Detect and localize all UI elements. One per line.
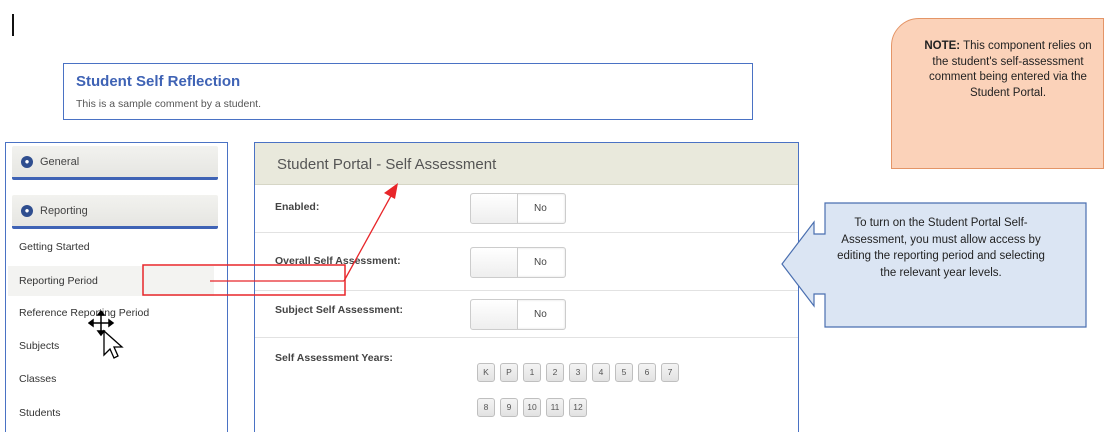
year-button[interactable]: 7: [661, 363, 679, 382]
year-button[interactable]: 3: [569, 363, 587, 382]
setting-row-years: Self Assessment Years: K P 1 2 3 4 5 6 7…: [255, 338, 798, 432]
panel-title: Student Portal - Self Assessment: [277, 156, 497, 173]
year-button[interactable]: 9: [500, 398, 518, 417]
toggle-knob: [471, 194, 518, 223]
self-assessment-panel: Student Portal - Self Assessment Enabled…: [254, 142, 799, 432]
year-button[interactable]: 1: [523, 363, 541, 382]
setting-row-overall: Overall Self Assessment: No: [255, 233, 798, 291]
circle-bullet-icon: ●: [21, 205, 33, 217]
toggle-value: No: [534, 257, 547, 268]
sidebar-section-label: Reporting: [40, 205, 88, 217]
toggle-value: No: [534, 203, 547, 214]
reflection-comment: This is a sample comment by a student.: [76, 98, 261, 110]
move-cursor-icon: [88, 311, 124, 359]
toggle-value: No: [534, 309, 547, 320]
year-button[interactable]: P: [500, 363, 518, 382]
sidebar-item-classes[interactable]: Classes: [19, 373, 56, 385]
year-button[interactable]: 8: [477, 398, 495, 417]
year-button[interactable]: 6: [638, 363, 656, 382]
sidebar-section-general[interactable]: ● General: [12, 146, 218, 180]
year-button[interactable]: 2: [546, 363, 564, 382]
reflection-title: Student Self Reflection: [76, 73, 241, 90]
overall-self-assessment-toggle[interactable]: No: [470, 247, 566, 278]
year-button[interactable]: 5: [615, 363, 633, 382]
sidebar-item-students[interactable]: Students: [19, 407, 60, 419]
panel-header: Student Portal - Self Assessment: [255, 143, 798, 185]
year-button[interactable]: 12: [569, 398, 587, 417]
sidebar-section-reporting[interactable]: ● Reporting: [12, 195, 218, 229]
sidebar-section-label: General: [40, 156, 80, 168]
year-button[interactable]: 4: [592, 363, 610, 382]
sidebar-item-subjects[interactable]: Subjects: [19, 340, 59, 352]
text-caret: [12, 14, 14, 36]
toggle-knob: [471, 300, 518, 329]
setting-label: Enabled:: [275, 201, 320, 213]
note-callout: NOTE: This component relies on the stude…: [891, 18, 1104, 169]
sidebar-item-reporting-period[interactable]: Reporting Period: [19, 275, 98, 287]
setting-label: Overall Self Assessment:: [275, 255, 401, 267]
note-text: NOTE: This component relies on the stude…: [918, 39, 1098, 101]
sidebar: ● General ● Reporting Getting Started Re…: [5, 142, 228, 432]
enabled-toggle[interactable]: No: [470, 193, 566, 224]
circle-bullet-icon: ●: [21, 156, 33, 168]
setting-row-enabled: Enabled: No: [255, 185, 798, 233]
student-reflection-card: Student Self Reflection This is a sample…: [63, 63, 753, 120]
note-prefix: NOTE:: [924, 40, 961, 52]
setting-row-subject: Subject Self Assessment: No: [255, 291, 798, 338]
setting-label: Subject Self Assessment:: [275, 304, 403, 316]
sidebar-item-getting-started[interactable]: Getting Started: [19, 241, 90, 253]
instruction-callout: To turn on the Student Portal Self-Asses…: [780, 202, 1087, 328]
year-button[interactable]: 11: [546, 398, 564, 417]
year-button[interactable]: K: [477, 363, 495, 382]
callout-text: To turn on the Student Portal Self-Asses…: [837, 217, 1045, 279]
year-button[interactable]: 10: [523, 398, 541, 417]
toggle-knob: [471, 248, 518, 277]
setting-label: Self Assessment Years:: [275, 352, 393, 364]
subject-self-assessment-toggle[interactable]: No: [470, 299, 566, 330]
